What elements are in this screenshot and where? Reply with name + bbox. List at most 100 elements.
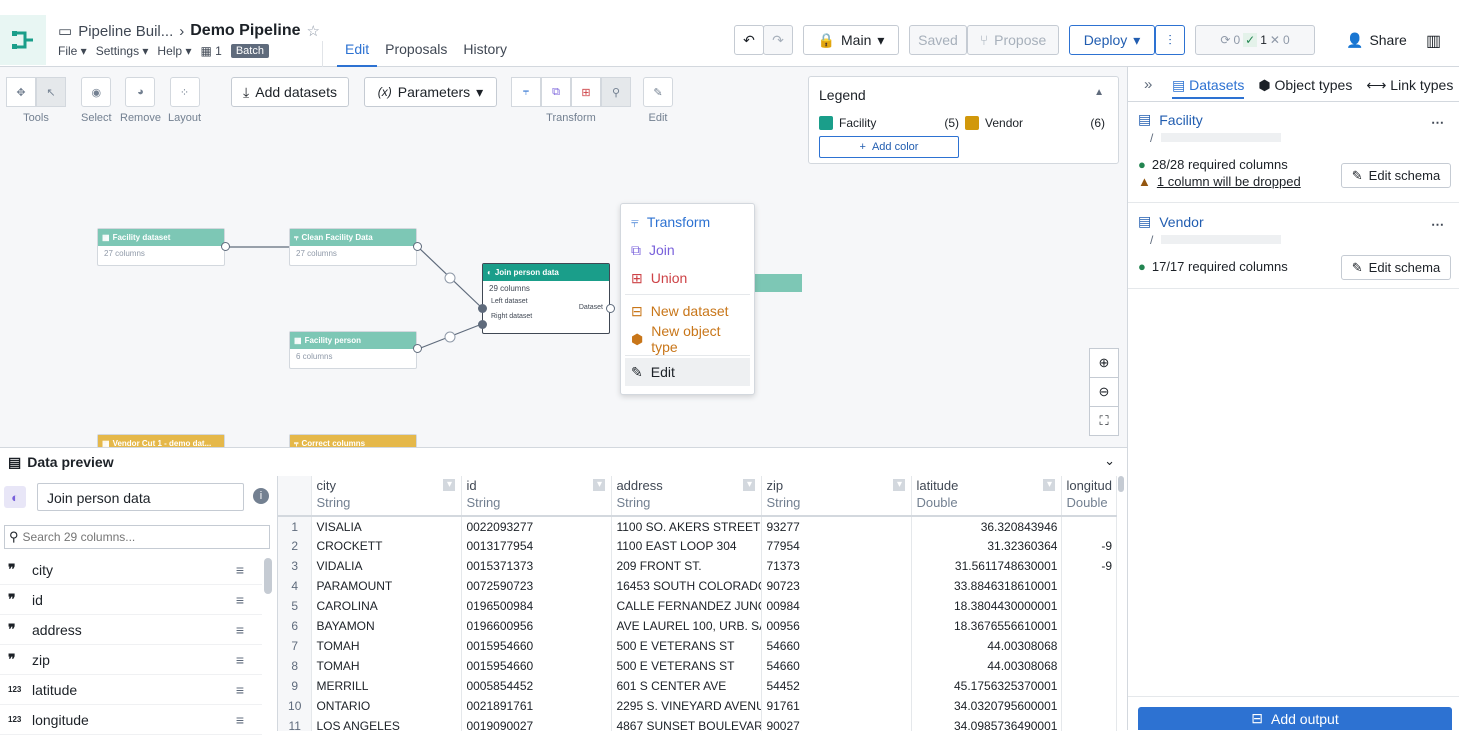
zoom-in-button[interactable]: ⊕ [1089,348,1119,378]
legend-item-facility[interactable]: Facility (5) [819,116,959,130]
column-search-input[interactable] [22,530,253,544]
build-status-group[interactable]: ⟳ 0 ✓ 1 ✕ 0 [1195,25,1315,55]
column-header[interactable]: zip String ▾ [761,476,913,517]
fit-view-button[interactable]: ⛶ [1089,406,1119,436]
tab-history[interactable]: History [455,41,515,67]
menu-item-new-object-type[interactable]: ⬢ New object type [625,323,750,355]
redo-button[interactable]: ↷ [763,25,793,55]
table-row[interactable]: 5 CAROLINA 0196500984 CALLE FERNANDEZ JUNCO… [278,596,1117,616]
add-color-button[interactable]: + Add color [819,136,959,158]
table-cell: 2295 S. VINEYARD AVENUE [611,696,763,716]
collapse-chevron-icon[interactable]: ⌄ [1104,453,1115,469]
right-input-port[interactable] [478,320,487,329]
filter-icon[interactable]: ▾ [443,479,456,491]
menu-icon[interactable]: ≡ [236,712,244,728]
node-facility-dataset[interactable]: ▦ Facility dataset 27 columns [97,228,225,266]
table-row[interactable]: 7 TOMAH 0015954660 500 E VETERANS ST 54660 44… [278,636,1117,656]
column-list-item[interactable]: 123 latitude ≡ [0,675,262,705]
selected-node-field[interactable]: Join person data [37,483,244,511]
menu-icon[interactable]: ≡ [236,652,244,668]
legend-item-vendor[interactable]: Vendor (6) [965,116,1105,130]
panel-toggle-icon[interactable]: ▥ [1426,31,1441,51]
node-vendor-cut[interactable]: ▦ Vendor Cut 1 - demo dat... [97,434,225,447]
node-clean-facility-data[interactable]: ⫧ Clean Facility Data 27 columns [289,228,417,266]
edit-schema-button[interactable]: ✎ Edit schema [1341,163,1451,188]
star-icon[interactable]: ☆ [307,22,320,40]
menu-item-union[interactable]: ⊞ Union [625,264,750,292]
column-search[interactable]: ⚲ [4,525,270,549]
dataset-name[interactable]: ▤ Vendor [1138,213,1450,230]
filter-icon[interactable]: ▾ [593,479,606,491]
tab-link-types[interactable]: ⟷ Link types [1366,77,1453,99]
settings-menu[interactable]: Settings ▾ [96,44,149,58]
column-list-item[interactable]: ❞ zip ≡ [0,645,262,675]
column-header[interactable]: city String ▾ [311,476,463,517]
propose-button[interactable]: ⑂ Propose [967,25,1059,55]
menu-item-transform[interactable]: ⫧ Transform [625,208,750,236]
left-input-port[interactable] [478,304,487,313]
more-icon[interactable]: ⋯ [1431,217,1444,233]
table-row[interactable]: 1 VISALIA 0022093277 1100 SO. AKERS STREET 9… [278,516,1117,536]
menu-item-join[interactable]: ⧉ Join [625,236,750,264]
filter-icon[interactable]: ▾ [1043,479,1056,491]
column-header[interactable]: latitude Double ▾ [911,476,1063,517]
menu-icon[interactable]: ≡ [236,682,244,698]
join-icon: ⧉ [631,241,641,258]
node-join-person-data[interactable]: ◐ Join person data 29 columns Left datase… [482,263,610,334]
hidden-node-fragment[interactable] [754,274,802,292]
table-row[interactable]: 6 BAYAMON 0196600956 AVE LAUREL 100, URB. S… [278,616,1117,636]
filter-icon[interactable]: ▾ [743,479,756,491]
zoom-out-button[interactable]: ⊖ [1089,377,1119,407]
help-menu[interactable]: Help ▾ [157,44,191,58]
add-output-button[interactable]: ⊟ Add output [1138,707,1452,730]
menu-icon[interactable]: ≡ [236,592,244,608]
column-header[interactable]: longitud Double [1061,476,1117,517]
scrollbar-thumb[interactable] [264,558,272,594]
menu-icon[interactable]: ≡ [236,622,244,638]
branch-selector[interactable]: 🔒 Main ▾ [803,25,899,55]
file-menu[interactable]: File ▾ [58,44,87,58]
table-row[interactable]: 2 CROCKETT 0013177954 1100 EAST LOOP 304 779… [278,536,1117,556]
table-row[interactable]: 4 PARAMOUNT 0072590723 16453 SOUTH COLORADO… [278,576,1117,596]
output-port[interactable] [606,304,615,313]
column-list-item[interactable]: ❞ address ≡ [0,615,262,645]
more-icon[interactable]: ⋯ [1431,115,1444,131]
collapse-panel-icon[interactable]: » [1144,76,1152,93]
info-icon[interactable]: i [253,488,269,504]
column-header[interactable]: id String ▾ [461,476,613,517]
output-port[interactable] [221,242,230,251]
table-row[interactable]: 8 TOMAH 0015954660 500 E VETERANS ST 54660 44… [278,656,1117,676]
tab-edit[interactable]: Edit [337,41,378,67]
table-row[interactable]: 10 ONTARIO 0021891761 2295 S. VINEYARD AVEN… [278,696,1117,716]
app-name-link[interactable]: Pipeline Buil... [78,23,173,40]
edit-schema-button[interactable]: ✎ Edit schema [1341,255,1451,280]
table-row[interactable]: 9 MERRILL 0005854452 601 S CENTER AVE 54452 4… [278,676,1117,696]
column-list-item[interactable]: ❞ id ≡ [0,585,262,615]
undo-button[interactable]: ↶ [734,25,764,55]
menu-item-edit[interactable]: ✎ Edit [625,358,750,386]
tab-datasets[interactable]: ▤ Datasets [1172,77,1245,99]
deploy-settings-button[interactable]: ⫶ [1155,25,1185,55]
tab-object-types[interactable]: ⬢ Object types [1258,77,1352,99]
filter-icon[interactable]: ▾ [893,479,906,491]
share-button[interactable]: 👤 Share [1346,32,1407,49]
pipeline-logo-icon[interactable] [0,15,46,65]
column-list-item[interactable]: 123 longitude ≡ [0,705,262,735]
column-list-item[interactable]: ❞ city ≡ [0,555,262,585]
menu-icon[interactable]: ≡ [236,562,244,578]
table-row[interactable]: 11 LOS ANGELES 0019090027 4867 SUNSET BOULE… [278,716,1117,731]
node-correct-columns[interactable]: ⫧ Correct columns [289,434,417,447]
tab-proposals[interactable]: Proposals [377,41,455,67]
saved-button[interactable]: Saved [909,25,967,55]
table-row[interactable]: 3 VIDALIA 0015371373 209 FRONT ST. 71373 31.5… [278,556,1117,576]
menu-item-new-dataset[interactable]: ⊟ New dataset [625,297,750,325]
dataset-name[interactable]: ▤ Facility [1138,111,1450,128]
grid-scrollbar[interactable] [1118,476,1124,492]
output-port[interactable] [413,242,422,251]
output-port[interactable] [413,344,422,353]
table-cell: 0013177954 [461,536,613,556]
node-facility-person[interactable]: ▦ Facility person 6 columns [289,331,417,369]
column-header[interactable]: address String ▾ [611,476,763,517]
collapse-icon[interactable]: ▲ [1094,87,1104,98]
deploy-button[interactable]: Deploy ▾ [1069,25,1155,55]
